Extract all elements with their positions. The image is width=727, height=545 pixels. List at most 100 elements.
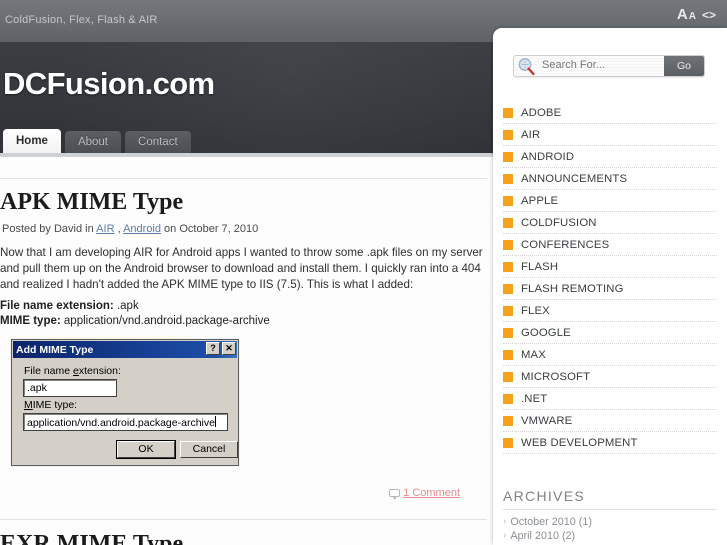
comment-link-label[interactable]: 1 Comment bbox=[403, 487, 460, 499]
help-icon[interactable]: ? bbox=[206, 342, 220, 355]
chevron-right-icon: › bbox=[503, 530, 507, 541]
category-bullet-icon bbox=[503, 173, 513, 184]
category-label: CONFERENCES bbox=[521, 238, 610, 251]
archive-item-april-2010[interactable]: › April 2010 (2) bbox=[503, 529, 717, 543]
category-label: FLASH REMOTING bbox=[521, 282, 624, 295]
category-label: WEB DEVELOPMENT bbox=[521, 436, 638, 449]
font-size-decrease-icon[interactable]: A bbox=[689, 11, 696, 22]
dialog-mime-label-post: IME type: bbox=[32, 399, 78, 411]
dialog-extension-input[interactable]: .apk bbox=[23, 379, 117, 397]
add-mime-type-dialog: Add MIME Type ? ✕ File name extension: .… bbox=[11, 339, 239, 466]
archive-item-label: October 2010 (1) bbox=[510, 516, 592, 528]
category-item-air[interactable]: AIR bbox=[503, 124, 717, 146]
category-item-dotnet[interactable]: .NET bbox=[503, 388, 717, 410]
category-item-android[interactable]: ANDROID bbox=[503, 146, 717, 168]
archives-widget: ARCHIVES › October 2010 (1) › April 2010… bbox=[503, 488, 717, 545]
category-label: COLDFUSION bbox=[521, 216, 597, 229]
site-title[interactable]: DCFusion.com bbox=[3, 66, 215, 102]
post-meta-separator: , bbox=[114, 223, 124, 235]
search-go-button[interactable]: Go bbox=[664, 56, 704, 76]
category-label: AIR bbox=[521, 128, 541, 141]
category-item-coldfusion[interactable]: COLDFUSION bbox=[503, 212, 717, 234]
main-content: APK MIME Type Posted by David in AIR , A… bbox=[0, 157, 493, 545]
dialog-extension-label-pre: File name bbox=[24, 365, 74, 377]
mime-type-value: application/vnd.android.package-archive bbox=[60, 315, 270, 327]
category-label: ANNOUNCEMENTS bbox=[521, 172, 628, 185]
post-category-air[interactable]: AIR bbox=[96, 223, 114, 235]
site-tagline: ColdFusion, Flex, Flash & AIR bbox=[5, 14, 158, 26]
category-bullet-icon bbox=[503, 305, 513, 316]
search-input[interactable] bbox=[542, 59, 652, 71]
category-bullet-icon bbox=[503, 415, 513, 426]
category-label: ANDROID bbox=[521, 150, 575, 163]
category-label: .NET bbox=[521, 392, 548, 405]
dialog-mime-label: MIME type: bbox=[24, 399, 77, 411]
category-bullet-icon bbox=[503, 107, 513, 118]
close-icon[interactable]: ✕ bbox=[222, 342, 236, 355]
category-item-adobe[interactable]: ADOBE bbox=[503, 102, 717, 124]
category-label: ADOBE bbox=[521, 106, 562, 119]
post-title[interactable]: APK MIME Type bbox=[0, 189, 183, 216]
category-item-flash-remoting[interactable]: FLASH REMOTING bbox=[503, 278, 717, 300]
category-item-flex[interactable]: FLEX bbox=[503, 300, 717, 322]
font-size-controls[interactable]: A A <> bbox=[677, 6, 716, 23]
category-item-google[interactable]: GOOGLE bbox=[503, 322, 717, 344]
mime-extension-label: File name extension: bbox=[0, 300, 114, 312]
mime-extension-value: .apk bbox=[113, 300, 139, 312]
category-label: MICROSOFT bbox=[521, 370, 591, 383]
category-item-microsoft[interactable]: MICROSOFT bbox=[503, 366, 717, 388]
category-bullet-icon bbox=[503, 217, 513, 228]
category-item-vmware[interactable]: VMWARE bbox=[503, 410, 717, 432]
category-bullet-icon bbox=[503, 393, 513, 404]
nav-tab-home[interactable]: Home bbox=[3, 129, 61, 153]
dialog-mime-input[interactable]: application/vnd.android.package-archive bbox=[23, 413, 228, 431]
dialog-mime-label-mnemonic: M bbox=[24, 399, 33, 411]
archive-item-october-2010[interactable]: › October 2010 (1) bbox=[503, 515, 717, 529]
mime-type-line: MIME type: application/vnd.android.packa… bbox=[0, 314, 270, 329]
comment-bubble-icon bbox=[389, 489, 401, 500]
post-top-divider bbox=[0, 178, 487, 179]
dialog-window-buttons: ? ✕ bbox=[206, 342, 236, 355]
category-item-apple[interactable]: APPLE bbox=[503, 190, 717, 212]
category-bullet-icon bbox=[503, 371, 513, 382]
search-icon[interactable] bbox=[517, 57, 536, 76]
code-view-toggle-icon[interactable]: <> bbox=[702, 8, 716, 22]
search-widget: Go bbox=[513, 55, 705, 77]
category-item-max[interactable]: MAX bbox=[503, 344, 717, 366]
dialog-titlebar: Add MIME Type bbox=[13, 341, 237, 358]
category-list: ADOBE AIR ANDROID ANNOUNCEMENTS APPLE CO… bbox=[503, 102, 717, 454]
category-bullet-icon bbox=[503, 129, 513, 140]
category-item-announcements[interactable]: ANNOUNCEMENTS bbox=[503, 168, 717, 190]
nav-tab-contact[interactable]: Contact bbox=[125, 131, 191, 153]
category-bullet-icon bbox=[503, 437, 513, 448]
category-label: FLEX bbox=[521, 304, 550, 317]
category-label: GOOGLE bbox=[521, 326, 571, 339]
category-item-web-development[interactable]: WEB DEVELOPMENT bbox=[503, 432, 717, 454]
dialog-ok-button[interactable]: OK bbox=[116, 440, 176, 459]
page-root: ColdFusion, Flex, Flash & AIR A A <> DCF… bbox=[0, 0, 727, 545]
category-bullet-icon bbox=[503, 195, 513, 206]
post-body: Now that I am developing AIR for Android… bbox=[0, 246, 483, 291]
next-post-title[interactable]: EXR MIME Type bbox=[0, 531, 183, 545]
nav-tab-about[interactable]: About bbox=[64, 131, 122, 153]
comment-link[interactable]: 1 Comment bbox=[389, 487, 460, 500]
category-label: FLASH bbox=[521, 260, 559, 273]
category-bullet-icon bbox=[503, 239, 513, 250]
archives-heading: ARCHIVES bbox=[503, 488, 717, 510]
category-bullet-icon bbox=[503, 151, 513, 162]
dialog-title: Add MIME Type bbox=[16, 343, 94, 356]
category-label: VMWARE bbox=[521, 414, 573, 427]
post-meta-date: on October 7, 2010 bbox=[161, 223, 259, 235]
chevron-right-icon: › bbox=[503, 516, 507, 527]
category-item-flash[interactable]: FLASH bbox=[503, 256, 717, 278]
dialog-cancel-button[interactable]: Cancel bbox=[180, 441, 238, 458]
post-category-android[interactable]: Android bbox=[123, 223, 161, 235]
category-bullet-icon bbox=[503, 349, 513, 360]
category-item-conferences[interactable]: CONFERENCES bbox=[503, 234, 717, 256]
category-bullet-icon bbox=[503, 327, 513, 338]
font-size-increase-icon[interactable]: A bbox=[677, 6, 688, 23]
category-bullet-icon bbox=[503, 283, 513, 294]
post-bottom-divider bbox=[0, 519, 487, 520]
category-label: APPLE bbox=[521, 194, 559, 207]
mime-details: File name extension: .apk MIME type: app… bbox=[0, 299, 270, 329]
